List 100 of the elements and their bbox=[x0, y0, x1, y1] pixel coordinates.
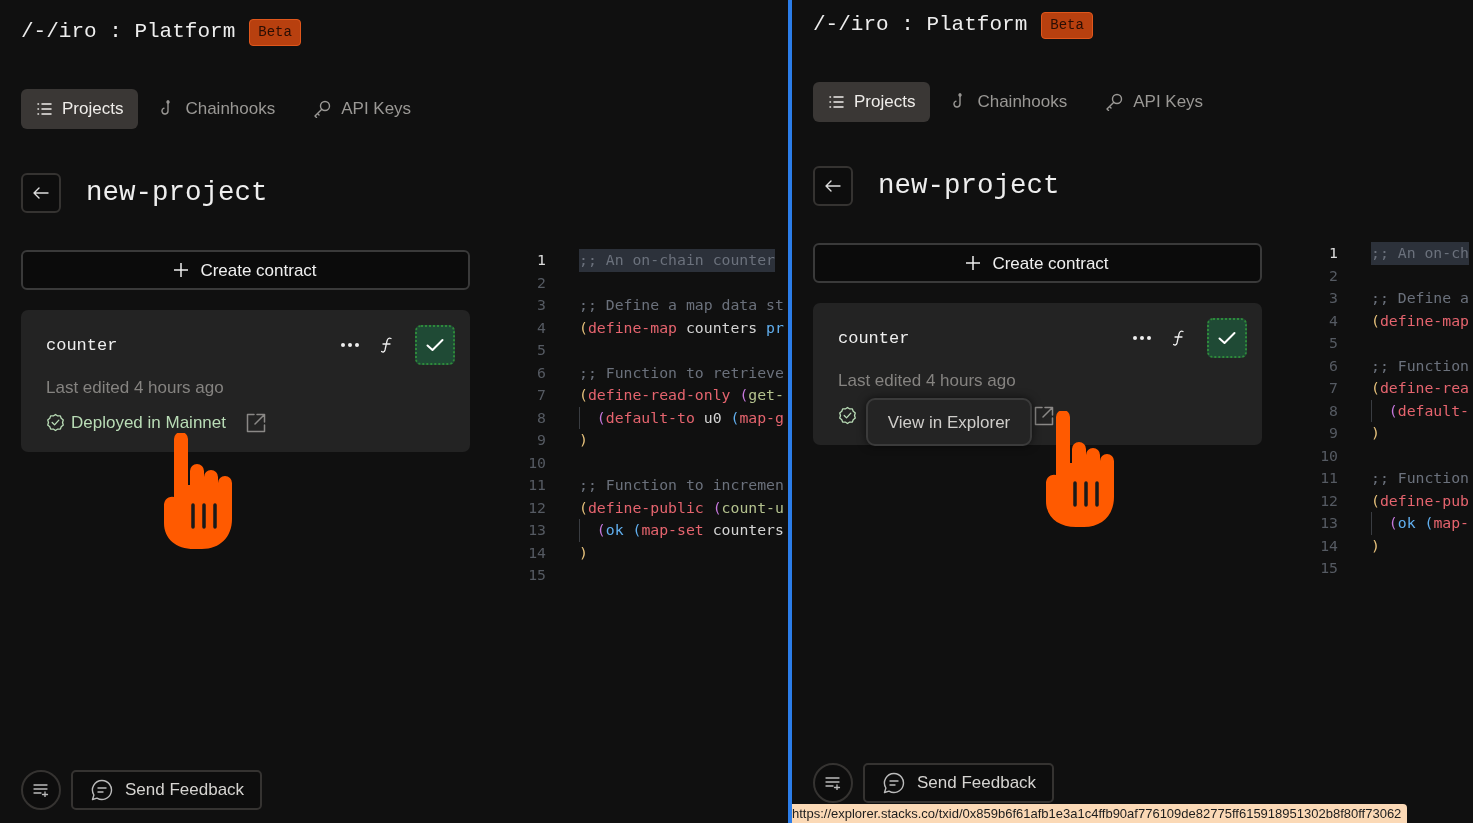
code-comment: ;; Function bbox=[1371, 468, 1469, 488]
list-add-icon bbox=[825, 776, 841, 790]
code-comment: ;; Define a bbox=[1371, 288, 1469, 308]
nav-tab[interactable]: API Keys bbox=[298, 89, 427, 129]
key-icon bbox=[313, 100, 332, 118]
line-number: 14 bbox=[1319, 535, 1338, 556]
create-contract-button[interactable]: Create contract bbox=[813, 243, 1262, 284]
external-link-icon[interactable] bbox=[1034, 405, 1054, 426]
contract-name: counter bbox=[838, 327, 910, 350]
line-number: 11 bbox=[527, 475, 546, 496]
code-comment: ;; Function to incremen bbox=[579, 475, 784, 495]
back-button[interactable] bbox=[813, 165, 853, 206]
line-number: 12 bbox=[1319, 490, 1338, 511]
code-line: ) bbox=[1371, 423, 1380, 443]
arrow-left-icon bbox=[33, 185, 49, 200]
beta-tag: Beta bbox=[249, 18, 301, 46]
create-contract-button[interactable]: Create contract bbox=[21, 250, 470, 291]
send-feedback-button[interactable]: Send Feedback bbox=[863, 763, 1055, 803]
line-number: 11 bbox=[1319, 468, 1338, 489]
line-number: 3 bbox=[536, 295, 546, 316]
nav-tab[interactable]: Chainhooks bbox=[146, 89, 291, 129]
line-number: 7 bbox=[536, 385, 546, 406]
key-icon bbox=[1105, 93, 1124, 111]
code-line: (define-pub bbox=[1371, 490, 1469, 511]
line-number: 1 bbox=[1328, 243, 1338, 264]
check-button[interactable] bbox=[415, 325, 455, 366]
code-line: (default-to u0 (map-g bbox=[579, 406, 784, 429]
nav-tab[interactable]: Projects bbox=[21, 89, 139, 129]
line-number: 5 bbox=[536, 340, 546, 361]
line-number: 10 bbox=[1319, 445, 1338, 466]
line-number: 12 bbox=[527, 497, 546, 518]
check-button[interactable] bbox=[1207, 318, 1247, 359]
function-icon[interactable] bbox=[1173, 330, 1185, 347]
code-comment: ;; Define a map data st bbox=[579, 295, 784, 315]
contract-name: counter bbox=[46, 334, 118, 357]
line-number: 14 bbox=[527, 542, 546, 563]
list-add-button[interactable] bbox=[21, 770, 61, 810]
code-line: (define-read-only (get- bbox=[579, 385, 784, 405]
nav-tab[interactable]: Chainhooks bbox=[938, 82, 1083, 122]
more-icon[interactable] bbox=[1133, 336, 1151, 341]
list-icon bbox=[36, 101, 52, 117]
line-number: 2 bbox=[1328, 265, 1338, 286]
code-line: ) bbox=[579, 430, 588, 450]
code-line: ) bbox=[1371, 535, 1380, 556]
nav-tab[interactable]: Projects bbox=[813, 82, 931, 122]
arrow-left-icon bbox=[825, 178, 841, 193]
back-button[interactable] bbox=[21, 172, 61, 213]
line-number: 15 bbox=[1319, 558, 1338, 579]
code-line: (define-map counters pr bbox=[579, 317, 784, 338]
line-number: 3 bbox=[1328, 288, 1338, 309]
code-comment: ;; Function bbox=[1371, 355, 1469, 376]
last-edited-text: Last edited 4 hours ago bbox=[46, 377, 225, 400]
nav-tab[interactable]: API Keys bbox=[1090, 82, 1219, 122]
code-line: ) bbox=[579, 542, 588, 563]
chat-bubble-icon bbox=[883, 772, 905, 794]
logo-text: /-/iro : Platform bbox=[21, 19, 236, 46]
line-number: 6 bbox=[1328, 355, 1338, 376]
line-number: 6 bbox=[536, 362, 546, 383]
line-number: 10 bbox=[527, 452, 546, 473]
logo-text: /-/iro : Platform bbox=[813, 12, 1028, 39]
line-number: 5 bbox=[1328, 333, 1338, 354]
line-number: 4 bbox=[1328, 310, 1338, 331]
chat-bubble-icon bbox=[91, 779, 113, 801]
line-number: 8 bbox=[536, 407, 546, 428]
plus-icon bbox=[966, 256, 981, 271]
list-add-icon bbox=[33, 783, 49, 797]
line-number: 13 bbox=[1319, 513, 1338, 534]
line-number: 4 bbox=[536, 317, 546, 338]
list-icon bbox=[828, 94, 844, 110]
code-comment: ;; Function to retrieve bbox=[579, 362, 784, 383]
line-number: 2 bbox=[536, 272, 546, 293]
project-title: new-project bbox=[86, 176, 268, 210]
check-icon bbox=[1218, 331, 1236, 346]
project-title: new-project bbox=[878, 169, 1060, 203]
send-feedback-button[interactable]: Send Feedback bbox=[71, 770, 263, 810]
line-number: 9 bbox=[1328, 423, 1338, 444]
code-line: (ok (map-set counters bbox=[579, 519, 784, 542]
line-number: 1 bbox=[536, 250, 546, 271]
code-line: (define-public (count-u bbox=[579, 497, 784, 518]
more-icon[interactable] bbox=[341, 343, 359, 348]
last-edited-text: Last edited 4 hours ago bbox=[838, 370, 1017, 393]
code-comment: ;; An on-chain counter bbox=[579, 249, 775, 272]
code-line: (ok (map- bbox=[1371, 512, 1470, 535]
beta-tag: Beta bbox=[1041, 11, 1093, 39]
list-add-button[interactable] bbox=[813, 763, 853, 803]
code-line: (define-rea bbox=[1371, 378, 1469, 398]
plus-icon bbox=[174, 263, 189, 278]
function-icon[interactable] bbox=[381, 337, 393, 354]
line-number: 8 bbox=[1328, 400, 1338, 421]
code-comment: ;; An on-ch bbox=[1371, 242, 1469, 265]
line-number: 9 bbox=[536, 430, 546, 451]
deployment-status: Deployed in Mainnet bbox=[71, 412, 226, 434]
line-number: 13 bbox=[527, 520, 546, 541]
code-line: (define-map bbox=[1371, 310, 1469, 331]
code-line: (default- bbox=[1371, 399, 1469, 422]
explorer-tooltip: View in Explorer bbox=[866, 398, 1032, 447]
external-link-icon[interactable] bbox=[246, 412, 266, 433]
line-number: 15 bbox=[527, 565, 546, 586]
line-number: 7 bbox=[1328, 378, 1338, 399]
link-preview-url: https://explorer.stacks.co/txid/0x859b6f61afb1e3a1c4ffb90af776109de82775ff615918951302b8f80ff73062 bbox=[792, 804, 1408, 823]
